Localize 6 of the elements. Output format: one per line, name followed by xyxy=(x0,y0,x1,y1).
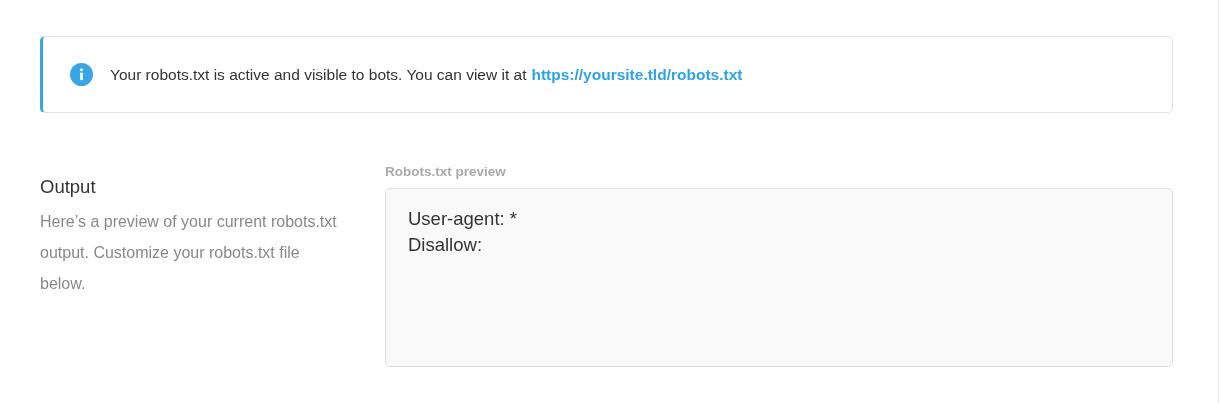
info-icon xyxy=(70,63,93,86)
notice-text: Your robots.txt is active and visible to bots. You can view it at xyxy=(110,65,527,84)
section-title: Output xyxy=(40,176,97,198)
preview-field[interactable]: User-agent: * Disallow: xyxy=(385,188,1173,367)
section-description: Here’s a preview of your current robots.txt output. Customize your robots.txt file below. xyxy=(40,212,338,294)
preview-label: Robots.txt preview xyxy=(385,164,507,181)
